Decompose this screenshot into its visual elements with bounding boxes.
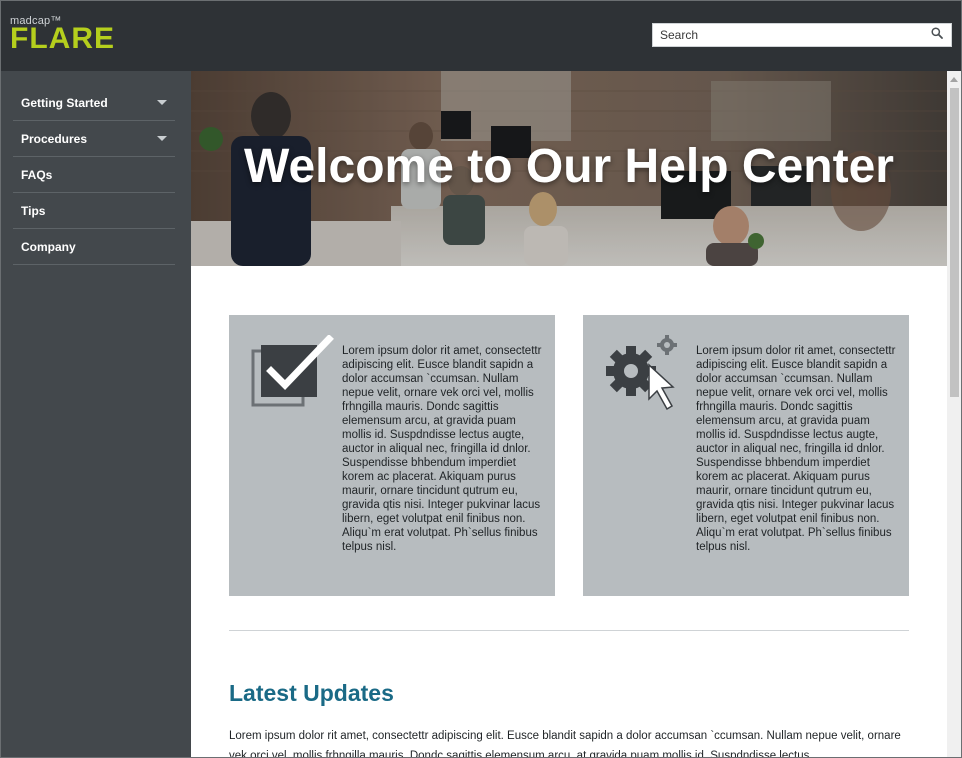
feature-card: Lorem ipsum dolor rit amet, consectettr … <box>583 315 909 596</box>
sidebar-item-label: FAQs <box>21 167 53 182</box>
sidebar-item-getting-started[interactable]: Getting Started <box>13 85 175 121</box>
search-icon <box>931 26 943 44</box>
sidebar: Getting Started Procedures FAQs Tips Com… <box>1 71 191 757</box>
top-header: madcap™ FLARE <box>1 1 961 71</box>
vertical-scrollbar[interactable] <box>947 71 961 757</box>
search-box <box>652 23 952 47</box>
section-paragraph: Lorem ipsum dolor rit amet, consectettr … <box>229 730 901 758</box>
card-text: Lorem ipsum dolor rit amet, consectettr … <box>696 345 896 553</box>
card-text: Lorem ipsum dolor rit amet, consectettr … <box>342 345 542 553</box>
section-divider <box>229 630 909 631</box>
main-content: Welcome to Our Help Center Lorem ipsum d… <box>191 71 947 758</box>
sidebar-item-faqs[interactable]: FAQs <box>13 157 175 193</box>
sidebar-item-label: Procedures <box>21 131 88 146</box>
hero-banner: Welcome to Our Help Center <box>191 71 947 266</box>
page-title: Welcome to Our Help Center <box>244 140 894 193</box>
madcap-flare-logo[interactable]: madcap™ FLARE <box>10 15 140 57</box>
gears-cursor-icon <box>605 335 689 413</box>
search-input[interactable] <box>653 24 923 46</box>
browser-frame: madcap™ FLARE Getting Started P <box>0 0 962 758</box>
sidebar-nav: Getting Started Procedures FAQs Tips Com… <box>13 85 175 265</box>
chevron-down-icon[interactable] <box>157 100 167 105</box>
logo-main-text: FLARE <box>10 22 115 55</box>
sidebar-item-company[interactable]: Company <box>13 229 175 265</box>
sidebar-item-label: Tips <box>21 203 46 218</box>
section-heading: Latest Updates <box>229 680 394 706</box>
sidebar-item-tips[interactable]: Tips <box>13 193 175 229</box>
sidebar-item-label: Getting Started <box>21 95 108 110</box>
sidebar-item-procedures[interactable]: Procedures <box>13 121 175 157</box>
feature-card: Lorem ipsum dolor rit amet, consectettr … <box>229 315 555 596</box>
chevron-down-icon[interactable] <box>157 136 167 141</box>
sidebar-item-label: Company <box>21 239 76 254</box>
scroll-up-arrow-icon[interactable] <box>950 77 958 82</box>
scroll-thumb[interactable] <box>950 88 959 397</box>
checkbox-check-icon <box>251 334 335 413</box>
search-button[interactable] <box>927 26 947 44</box>
